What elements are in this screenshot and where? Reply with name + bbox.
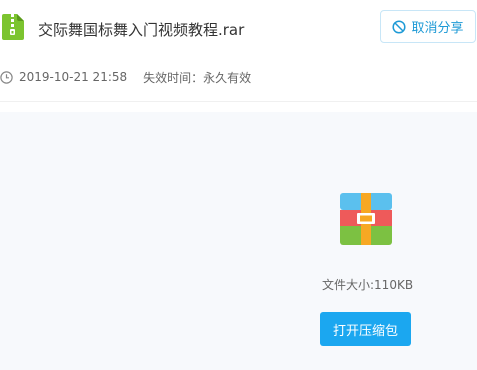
ban-icon [392,19,407,34]
cancel-share-label: 取消分享 [411,21,464,36]
file-name: 交际舞国标舞入门视频教程.rar [38,21,245,39]
archive-file-icon [2,14,24,40]
expiry-label: 失效时间： [143,70,204,85]
rar-archive-icon [340,193,392,245]
open-archive-button[interactable]: 打开压缩包 [320,312,411,346]
cancel-share-button[interactable]: 取消分享 [380,10,476,43]
open-archive-label: 打开压缩包 [332,323,398,339]
header-divider [0,101,477,102]
share-meta: 2019-10-21 21:58 失效时间： 永久有效 [0,69,251,85]
share-date: 2019-10-21 21:58 [19,70,128,84]
share-page: 交际舞国标舞入门视频教程.rar 取消分享 2019-10-21 21:58 失… [0,0,477,370]
file-header: 交际舞国标舞入门视频教程.rar 取消分享 2019-10-21 21:58 失… [0,0,477,100]
file-size: 文件大小:110KB [322,278,414,292]
clock-icon [0,70,13,84]
expiry-value: 永久有效 [203,70,252,85]
